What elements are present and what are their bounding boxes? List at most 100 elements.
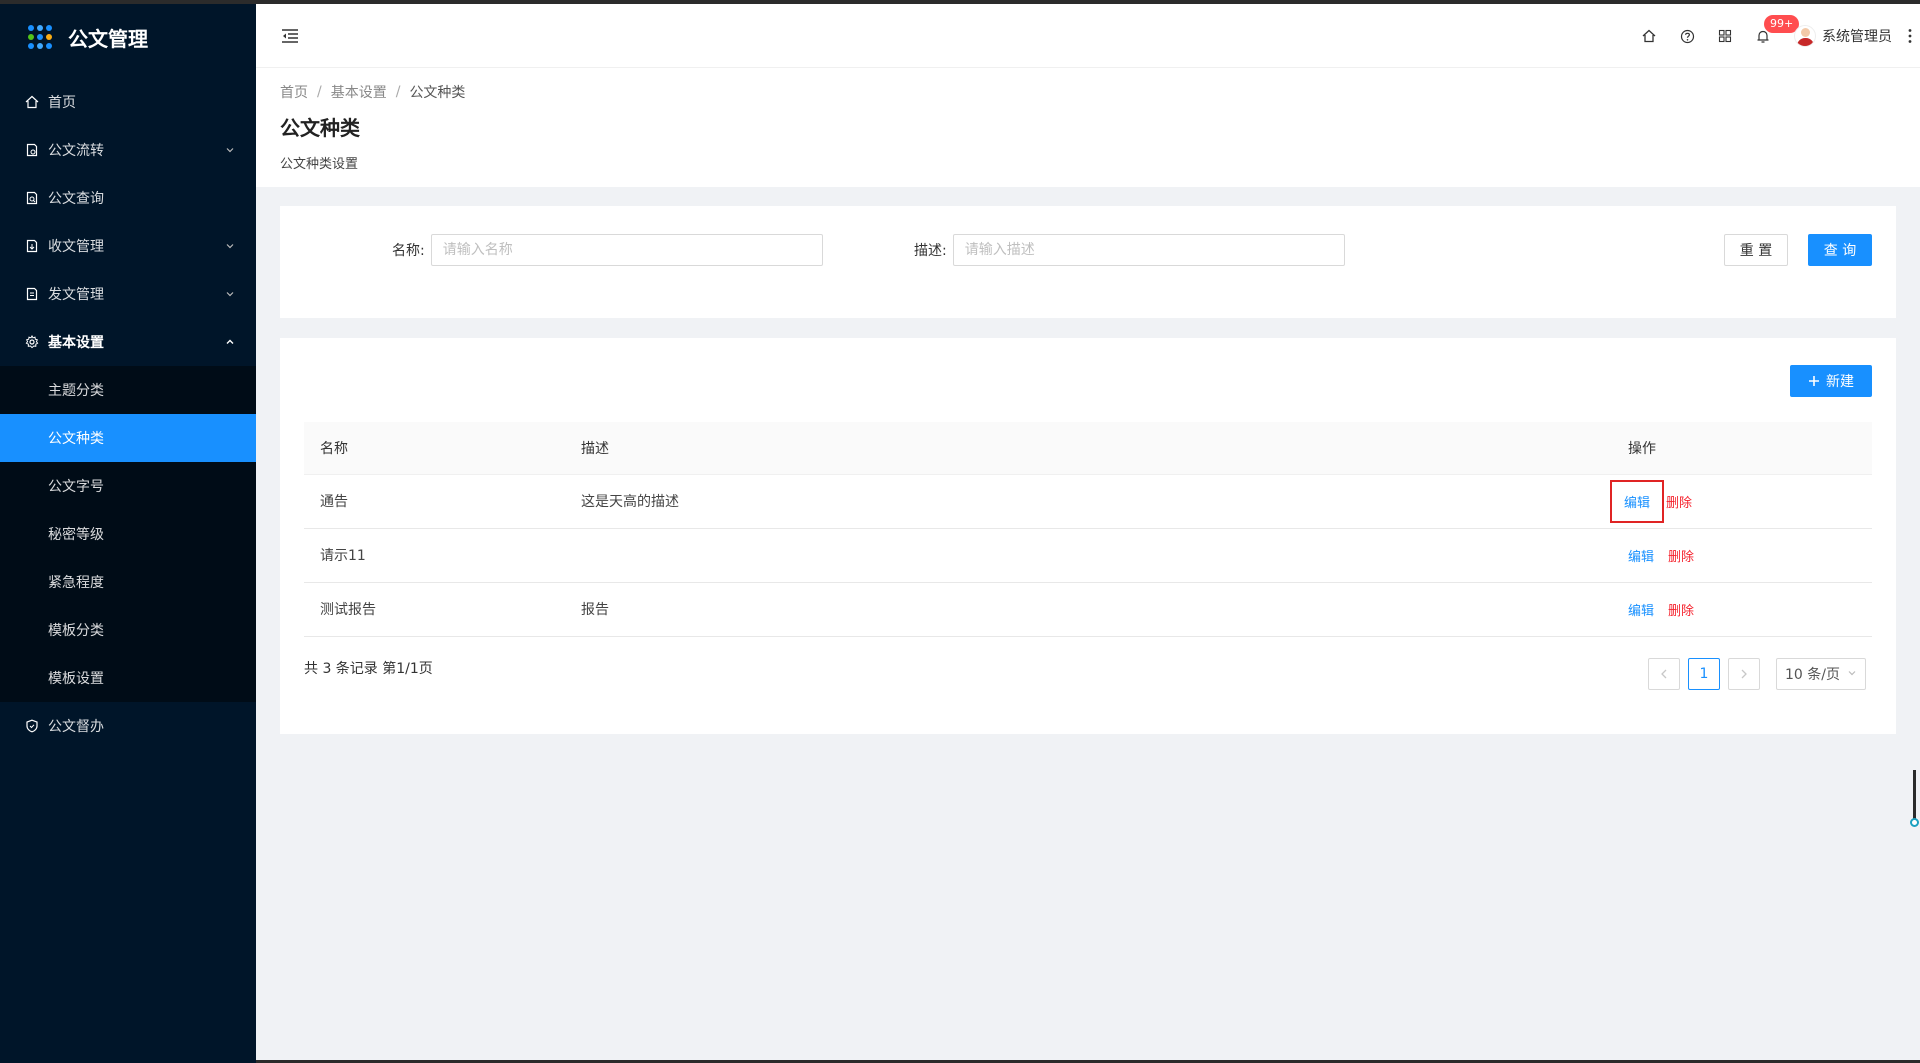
name-input[interactable] bbox=[430, 234, 823, 266]
reset-button[interactable]: 重 置 bbox=[1724, 234, 1788, 266]
sidebar-item-basic-settings[interactable]: 基本设置 bbox=[0, 318, 256, 366]
app-switcher-icon[interactable] bbox=[1706, 4, 1744, 68]
name-label: 名称: bbox=[392, 243, 425, 259]
file-send-icon bbox=[24, 286, 40, 302]
edit-link[interactable]: 编辑 bbox=[1628, 550, 1654, 565]
app-title: 公文管理 bbox=[68, 26, 148, 51]
delete-link[interactable]: 删除 bbox=[1666, 496, 1692, 511]
edit-link[interactable]: 编辑 bbox=[1628, 604, 1654, 619]
sidebar-item-template-settings[interactable]: 模板设置 bbox=[0, 654, 256, 702]
bell-icon[interactable]: 99+ bbox=[1744, 4, 1800, 68]
page-1-button[interactable]: 1 bbox=[1688, 658, 1720, 690]
sidebar-item-label: 基本设置 bbox=[48, 335, 104, 351]
table-card: 新建 名称 描述 操作 通告 这是天高的描述 编辑 删除 请示11 编辑 删除 … bbox=[280, 338, 1896, 734]
sidebar-item-label: 首页 bbox=[48, 95, 76, 111]
cell-description: 这是天高的描述 bbox=[565, 474, 1612, 529]
sidebar-item-label: 收文管理 bbox=[48, 239, 104, 255]
table-header-row: 名称 描述 操作 bbox=[304, 422, 1872, 475]
avatar bbox=[1794, 25, 1816, 47]
gear-icon bbox=[24, 334, 40, 350]
file-receive-icon bbox=[24, 238, 40, 254]
sidebar-item-doc-flow[interactable]: 公文流转 bbox=[0, 126, 256, 174]
basic-settings-submenu: 主题分类 公文种类 公文字号 秘密等级 紧急程度 模板分类 模板设置 bbox=[0, 366, 256, 702]
sidebar-item-label: 公文流转 bbox=[48, 143, 104, 159]
pagination: 1 10 条/页 bbox=[1640, 658, 1866, 690]
sidebar-item-urgency[interactable]: 紧急程度 bbox=[0, 558, 256, 606]
menu-fold-icon[interactable] bbox=[278, 24, 302, 48]
cell-name: 测试报告 bbox=[304, 582, 565, 637]
cell-actions: 编辑 删除 bbox=[1612, 582, 1872, 637]
sidebar-item-doc-type[interactable]: 公文种类 bbox=[0, 414, 256, 462]
sidebar-item-doc-number[interactable]: 公文字号 bbox=[0, 462, 256, 510]
chevron-up-icon bbox=[224, 336, 236, 348]
chevron-down-icon bbox=[224, 288, 236, 300]
more-vertical-icon[interactable] bbox=[1900, 4, 1920, 68]
sidebar-item-topic-category[interactable]: 主题分类 bbox=[0, 366, 256, 414]
table-row: 请示11 编辑 删除 bbox=[304, 528, 1872, 583]
user-menu[interactable]: 系统管理员 bbox=[1782, 4, 1900, 68]
notification-badge: 99+ bbox=[1764, 15, 1800, 33]
scrollbar-handle[interactable] bbox=[1910, 770, 1919, 828]
shield-icon bbox=[24, 718, 40, 734]
delete-link[interactable]: 删除 bbox=[1668, 550, 1694, 565]
name-field: 名称: bbox=[392, 234, 823, 266]
breadcrumb: 首页 / 基本设置 / 公文种类 bbox=[280, 82, 1896, 102]
column-header-name: 名称 bbox=[304, 422, 565, 475]
home-icon bbox=[24, 94, 40, 110]
sidebar-item-supervision[interactable]: 公文督办 bbox=[0, 702, 256, 750]
page-size-select[interactable]: 10 条/页 bbox=[1776, 658, 1866, 690]
sidebar-item-receive[interactable]: 收文管理 bbox=[0, 222, 256, 270]
home-icon[interactable] bbox=[1630, 4, 1668, 68]
help-icon[interactable] bbox=[1668, 4, 1706, 68]
delete-link[interactable]: 删除 bbox=[1668, 604, 1694, 619]
file-flow-icon bbox=[24, 142, 40, 158]
chevron-down-icon bbox=[224, 240, 236, 252]
cell-description bbox=[565, 528, 1612, 583]
breadcrumb-separator: / bbox=[395, 84, 401, 100]
sidebar-item-template-category[interactable]: 模板分类 bbox=[0, 606, 256, 654]
sidebar: 公文管理 首页 公文流转 公文查询 收文管理 发文管理 基本设置 主题分类 公文… bbox=[0, 4, 256, 1063]
new-button-label: 新建 bbox=[1826, 374, 1854, 390]
edit-link[interactable]: 编辑 bbox=[1624, 496, 1650, 511]
column-header-actions: 操作 bbox=[1612, 422, 1872, 475]
next-page-button[interactable] bbox=[1728, 658, 1760, 690]
page-header: 首页 / 基本设置 / 公文种类 公文种类 公文种类设置 bbox=[256, 68, 1920, 187]
breadcrumb-home[interactable]: 首页 bbox=[280, 82, 308, 102]
page-size-value: 10 条/页 bbox=[1785, 667, 1840, 683]
sidebar-item-label: 发文管理 bbox=[48, 287, 104, 303]
sidebar-menu: 首页 公文流转 公文查询 收文管理 发文管理 基本设置 bbox=[0, 78, 256, 366]
breadcrumb-basic-settings[interactable]: 基本设置 bbox=[331, 82, 387, 102]
user-name: 系统管理员 bbox=[1822, 29, 1892, 45]
cell-name: 请示11 bbox=[304, 528, 565, 583]
sidebar-item-send[interactable]: 发文管理 bbox=[0, 270, 256, 318]
description-field: 描述: bbox=[914, 234, 1345, 266]
query-button[interactable]: 查 询 bbox=[1808, 234, 1872, 266]
chevron-down-icon bbox=[224, 144, 236, 156]
app-logo[interactable]: 公文管理 bbox=[0, 4, 256, 70]
breadcrumb-separator: / bbox=[317, 84, 322, 100]
table-row: 测试报告 报告 编辑 删除 bbox=[304, 582, 1872, 637]
description-input[interactable] bbox=[952, 234, 1345, 266]
sidebar-item-secret-level[interactable]: 秘密等级 bbox=[0, 510, 256, 558]
highlight-box: 编辑 bbox=[1609, 479, 1665, 523]
breadcrumb-current: 公文种类 bbox=[409, 85, 466, 101]
cell-actions: 编辑 删除 bbox=[1612, 528, 1872, 583]
page-title: 公文种类 bbox=[280, 116, 360, 140]
search-form: 名称: 描述: 重 置 查 询 bbox=[280, 206, 1896, 318]
sidebar-item-label: 公文查询 bbox=[48, 191, 104, 207]
prev-page-button[interactable] bbox=[1648, 658, 1680, 690]
table-row: 通告 这是天高的描述 编辑 删除 bbox=[304, 474, 1872, 529]
sidebar-item-doc-query[interactable]: 公文查询 bbox=[0, 174, 256, 222]
sidebar-item-home[interactable]: 首页 bbox=[0, 78, 256, 126]
cell-actions: 编辑 删除 bbox=[1609, 474, 1872, 529]
description-label: 描述: bbox=[914, 243, 947, 259]
pagination-summary: 共 3 条记录 第1/1页 bbox=[304, 661, 433, 677]
page-description: 公文种类设置 bbox=[280, 157, 359, 172]
cell-name: 通告 bbox=[304, 474, 565, 529]
column-header-description: 描述 bbox=[565, 422, 1612, 475]
doc-type-table: 名称 描述 操作 通告 这是天高的描述 编辑 删除 请示11 编辑 删除 测试报… bbox=[304, 422, 1872, 637]
apps-grid-icon bbox=[28, 25, 52, 49]
top-header: 99+ 系统管理员 bbox=[256, 4, 1920, 68]
file-search-icon bbox=[24, 190, 40, 206]
new-button[interactable]: 新建 bbox=[1790, 365, 1872, 397]
